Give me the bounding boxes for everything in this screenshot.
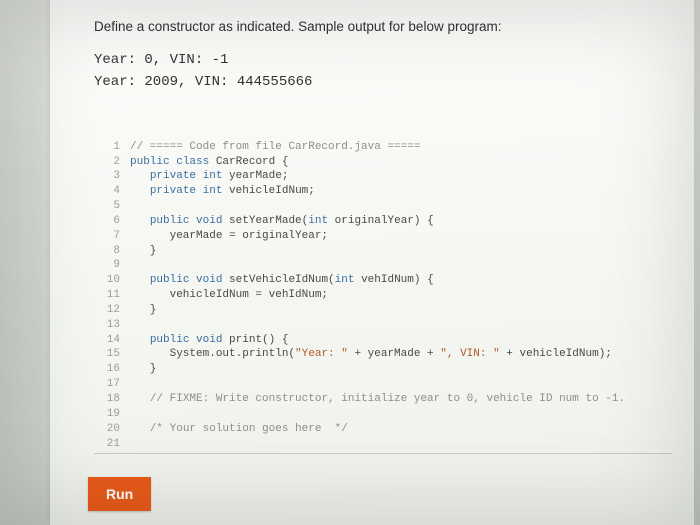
line-number: 11 <box>94 288 130 303</box>
code-text[interactable]: public void setVehicleIdNum(int vehIdNum… <box>130 273 434 288</box>
code-line[interactable]: 10 public void setVehicleIdNum(int vehId… <box>94 273 672 288</box>
code-line[interactable]: 1// ===== Code from file CarRecord.java … <box>94 140 672 155</box>
divider <box>94 453 672 454</box>
code-line[interactable]: 8 } <box>94 244 672 259</box>
code-line[interactable]: 4 private int vehicleIdNum; <box>94 184 672 199</box>
line-number: 14 <box>94 333 130 348</box>
code-line[interactable]: 18 // FIXME: Write constructor, initiali… <box>94 392 672 407</box>
line-number: 21 <box>94 437 130 452</box>
sample-line: Year: 2009, VIN: 444555666 <box>94 71 672 93</box>
line-number: 6 <box>94 214 130 229</box>
line-number: 2 <box>94 155 130 170</box>
code-line[interactable]: 14 public void print() { <box>94 333 672 348</box>
code-text[interactable]: yearMade = originalYear; <box>130 229 328 244</box>
line-number: 17 <box>94 377 130 392</box>
code-text[interactable]: private int yearMade; <box>130 169 288 184</box>
code-text[interactable]: System.out.println("Year: " + yearMade +… <box>130 347 612 362</box>
line-number: 15 <box>94 347 130 362</box>
content-sheet: Define a constructor as indicated. Sampl… <box>50 0 694 525</box>
run-button[interactable]: Run <box>88 477 151 511</box>
code-text[interactable]: } <box>130 362 156 377</box>
code-editor[interactable]: 1// ===== Code from file CarRecord.java … <box>94 140 672 452</box>
line-number: 9 <box>94 258 130 273</box>
code-line[interactable]: 7 yearMade = originalYear; <box>94 229 672 244</box>
line-number: 10 <box>94 273 130 288</box>
code-line[interactable]: 21 <box>94 437 672 452</box>
sample-line: Year: 0, VIN: -1 <box>94 49 672 71</box>
line-number: 7 <box>94 229 130 244</box>
code-text[interactable]: public class CarRecord { <box>130 155 288 170</box>
code-line[interactable]: 11 vehicleIdNum = vehIdNum; <box>94 288 672 303</box>
sample-output: Year: 0, VIN: -1 Year: 2009, VIN: 444555… <box>94 49 672 94</box>
code-line[interactable]: 2public class CarRecord { <box>94 155 672 170</box>
code-line[interactable]: 17 <box>94 377 672 392</box>
line-number: 5 <box>94 199 130 214</box>
code-text[interactable]: /* Your solution goes here */ <box>130 422 348 437</box>
line-number: 8 <box>94 244 130 259</box>
code-text[interactable]: // FIXME: Write constructor, initialize … <box>130 392 625 407</box>
code-line[interactable]: 6 public void setYearMade(int originalYe… <box>94 214 672 229</box>
line-number: 20 <box>94 422 130 437</box>
code-text[interactable]: public void setYearMade(int originalYear… <box>130 214 434 229</box>
code-line[interactable]: 13 <box>94 318 672 333</box>
code-line[interactable]: 20 /* Your solution goes here */ <box>94 422 672 437</box>
line-number: 16 <box>94 362 130 377</box>
prompt-text: Define a constructor as indicated. Sampl… <box>94 18 672 37</box>
code-text[interactable]: // ===== Code from file CarRecord.java =… <box>130 140 420 155</box>
screenshot-root: Define a constructor as indicated. Sampl… <box>0 0 700 525</box>
code-text[interactable]: public void print() { <box>130 333 288 348</box>
code-line[interactable]: 16 } <box>94 362 672 377</box>
code-text[interactable]: private int vehicleIdNum; <box>130 184 315 199</box>
line-number: 1 <box>94 140 130 155</box>
code-line[interactable]: 15 System.out.println("Year: " + yearMad… <box>94 347 672 362</box>
line-number: 18 <box>94 392 130 407</box>
line-number: 3 <box>94 169 130 184</box>
line-number: 13 <box>94 318 130 333</box>
line-number: 19 <box>94 407 130 422</box>
code-line[interactable]: 5 <box>94 199 672 214</box>
code-text[interactable]: vehicleIdNum = vehIdNum; <box>130 288 328 303</box>
code-text[interactable]: } <box>130 244 156 259</box>
line-number: 12 <box>94 303 130 318</box>
line-number: 4 <box>94 184 130 199</box>
code-line[interactable]: 3 private int yearMade; <box>94 169 672 184</box>
code-text[interactable]: } <box>130 303 156 318</box>
code-line[interactable]: 9 <box>94 258 672 273</box>
code-line[interactable]: 19 <box>94 407 672 422</box>
code-line[interactable]: 12 } <box>94 303 672 318</box>
